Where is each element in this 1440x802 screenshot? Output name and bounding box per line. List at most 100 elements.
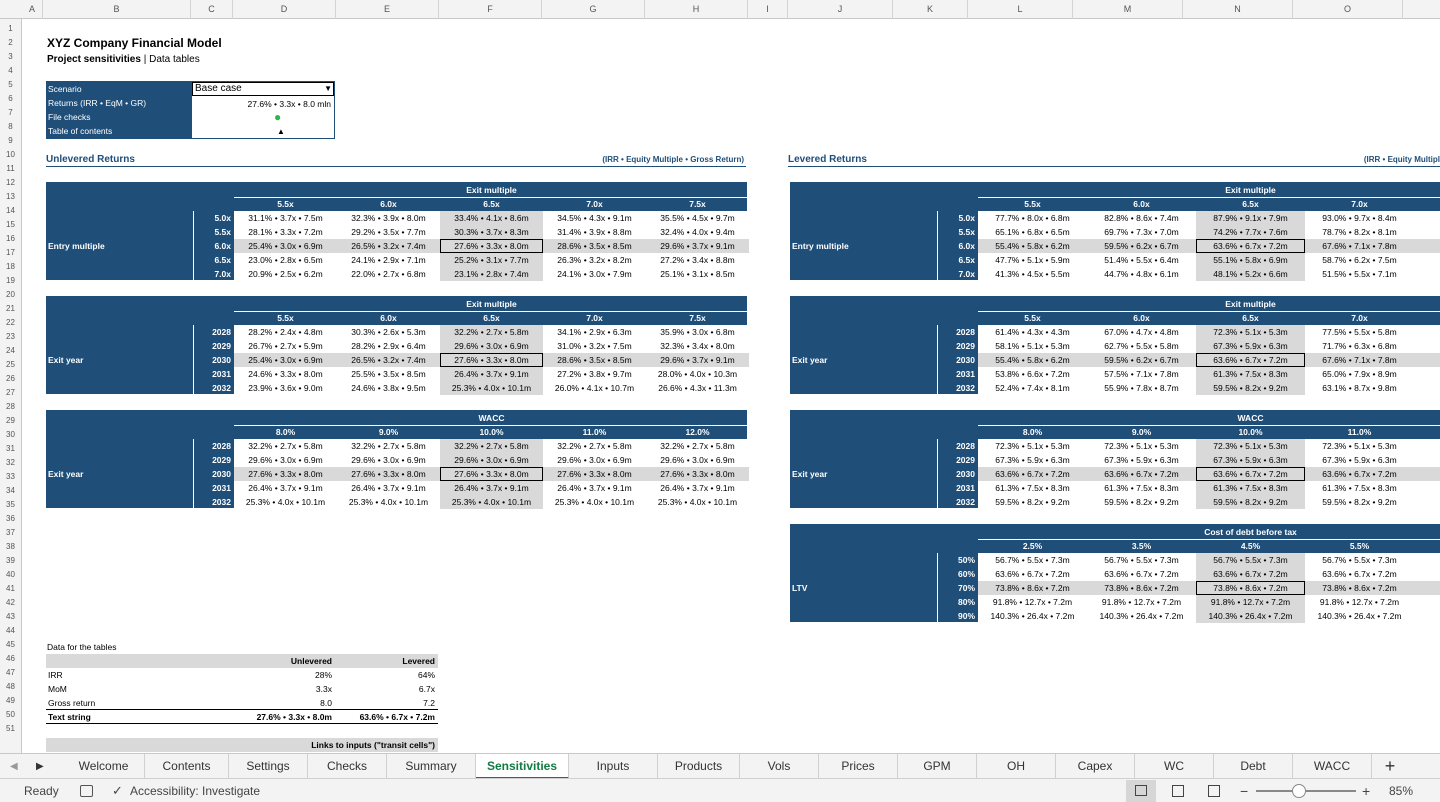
- tab-inputs[interactable]: Inputs: [569, 754, 658, 779]
- row-header-17[interactable]: 17: [0, 246, 21, 260]
- row-header-51[interactable]: 51: [0, 722, 21, 736]
- sensitivity-cell[interactable]: 61.3% • 7.5x • 8.3m: [1196, 481, 1305, 495]
- sensitivity-cell[interactable]: 48.1% • 5.2x • 6.6m: [1196, 267, 1305, 281]
- row-header-5[interactable]: 5: [0, 78, 21, 92]
- sensitivity-cell[interactable]: 29.6% • 3.0x • 6.9m: [440, 339, 543, 353]
- sensitivity-cell[interactable]: 67.3% • 5.9x • 6.3m: [1196, 453, 1305, 467]
- row-header-14[interactable]: 14: [0, 204, 21, 218]
- sensitivity-cell[interactable]: 91.8% • 12.7x • 7.2m: [1087, 595, 1196, 609]
- row-header-31[interactable]: 31: [0, 442, 21, 456]
- sensitivity-cell[interactable]: 28.2% • 2.4x • 4.8m: [234, 325, 337, 339]
- sensitivity-cell[interactable]: 59.5% • 6.2x • 6.7m: [1087, 353, 1196, 367]
- sensitivity-cell[interactable]: 26.6% • 4.3x • 11.3m: [646, 381, 749, 395]
- tab-scroll-prev-icon[interactable]: ◀: [10, 754, 18, 779]
- sensitivity-cell[interactable]: 25.3% • 4.0x • 10.1m: [440, 381, 543, 395]
- sensitivity-cell[interactable]: 56.7% • 5.5x • 7.3m: [1305, 553, 1414, 567]
- sensitivity-cell[interactable]: 72.3%: [1414, 439, 1440, 453]
- scenario-select[interactable]: Base case ▼: [192, 82, 334, 96]
- tab-wacc[interactable]: WACC: [1293, 754, 1372, 779]
- column-header-o[interactable]: O: [1293, 0, 1403, 19]
- sensitivity-cell[interactable]: 35.5% • 4.5x • 9.7m: [646, 211, 749, 225]
- column-header-c[interactable]: C: [191, 0, 233, 19]
- row-header-3[interactable]: 3: [0, 50, 21, 64]
- column-header-a[interactable]: A: [22, 0, 43, 19]
- sensitivity-cell[interactable]: 82.8% • 8.6x • 7.4m: [1087, 211, 1196, 225]
- row-header-8[interactable]: 8: [0, 120, 21, 134]
- sensitivity-cell[interactable]: 91.8% • 12.7x • 7.2m: [1305, 595, 1414, 609]
- row-header-26[interactable]: 26: [0, 372, 21, 386]
- row-header-20[interactable]: 20: [0, 288, 21, 302]
- sensitivity-cell[interactable]: 25.4% • 3.0x • 6.9m: [234, 239, 337, 253]
- row-header-22[interactable]: 22: [0, 316, 21, 330]
- row-header-47[interactable]: 47: [0, 666, 21, 680]
- row-header-39[interactable]: 39: [0, 554, 21, 568]
- sensitivity-cell[interactable]: 63.6% • 6.7x • 7.2m: [1305, 467, 1414, 481]
- sensitivity-cell[interactable]: 28.2% • 2.9x • 6.4m: [337, 339, 440, 353]
- sensitivity-cell[interactable]: 27.6% • 3.3x • 8.0m: [646, 467, 749, 481]
- sensitivity-cell[interactable]: 29.6% • 3.7x • 9.1m: [646, 353, 749, 367]
- sensitivity-cell[interactable]: 44.7% • 4.8x • 6.1m: [1087, 267, 1196, 281]
- row-header-11[interactable]: 11: [0, 162, 21, 176]
- sensitivity-cell[interactable]: 61.3% • 7.5x • 8.3m: [1305, 481, 1414, 495]
- row-header-34[interactable]: 34: [0, 484, 21, 498]
- sensitivity-cell[interactable]: 26.4% • 3.7x • 9.1m: [234, 481, 337, 495]
- sensitivity-cell[interactable]: 62.4%: [1414, 253, 1440, 267]
- sensitivity-cell[interactable]: 28.1% • 3.3x • 7.2m: [234, 225, 337, 239]
- sensitivity-cell[interactable]: 28.6% • 3.5x • 8.5m: [543, 239, 646, 253]
- sensitivity-cell[interactable]: 32.2% • 2.7x • 5.8m: [543, 439, 646, 453]
- sensitivity-cell[interactable]: 63.6% • 6.7x • 7.2m: [978, 467, 1087, 481]
- sensitivity-cell[interactable]: 30.3% • 3.7x • 8.3m: [440, 225, 543, 239]
- sensitivity-cell[interactable]: 32.2% • 2.7x • 5.8m: [440, 325, 543, 339]
- sensitivity-cell[interactable]: 55.1% • 5.8x • 6.9m: [1196, 253, 1305, 267]
- column-header-m[interactable]: M: [1073, 0, 1183, 19]
- sensitivity-cell[interactable]: 67.3% • 5.9x • 6.3m: [978, 453, 1087, 467]
- column-header-d[interactable]: D: [233, 0, 336, 19]
- row-header-50[interactable]: 50: [0, 708, 21, 722]
- page-break-view-icon[interactable]: [1208, 785, 1220, 797]
- sensitivity-cell[interactable]: 26.7% • 2.7x • 5.9m: [234, 339, 337, 353]
- sensitivity-cell[interactable]: 31.0% • 3.2x • 7.5m: [543, 339, 646, 353]
- zoom-slider-track[interactable]: [1256, 790, 1356, 792]
- data-row-value[interactable]: 3.3x: [192, 682, 332, 696]
- sensitivity-cell[interactable]: 29.6% • 3.0x • 6.9m: [234, 453, 337, 467]
- zoom-out-icon[interactable]: −: [1240, 779, 1248, 802]
- row-header-40[interactable]: 40: [0, 568, 21, 582]
- row-header-42[interactable]: 42: [0, 596, 21, 610]
- tab-debt[interactable]: Debt: [1214, 754, 1293, 779]
- sensitivity-cell[interactable]: 140.3% • 26.4x • 7.2m: [978, 609, 1087, 623]
- data-row-value[interactable]: 7.2: [332, 696, 435, 710]
- row-header-2[interactable]: 2: [0, 36, 21, 50]
- sensitivity-cell[interactable]: 63.6% • 6.7x • 7.2m: [1087, 567, 1196, 581]
- column-header-i[interactable]: I: [748, 0, 788, 19]
- sensitivity-cell[interactable]: 67.0% • 4.7x • 4.8m: [1087, 325, 1196, 339]
- row-header-6[interactable]: 6: [0, 92, 21, 106]
- sensitivity-cell[interactable]: 77.5% • 5.5x • 5.8m: [1305, 325, 1414, 339]
- sensitivity-cell[interactable]: 31.4% • 3.9x • 8.8m: [543, 225, 646, 239]
- sensitivity-cell[interactable]: 63.6% • 6.7x • 7.2m: [1196, 353, 1305, 367]
- sensitivity-cell[interactable]: 91.8%: [1414, 595, 1440, 609]
- sensitivity-cell[interactable]: 26.0% • 4.1x • 10.7m: [543, 381, 646, 395]
- sensitivity-cell[interactable]: 71.6%: [1414, 239, 1440, 253]
- sensitivity-cell[interactable]: 51.4% • 5.5x • 6.4m: [1087, 253, 1196, 267]
- sensitivity-cell[interactable]: 25.3% • 4.0x • 10.1m: [337, 495, 440, 509]
- row-header-16[interactable]: 16: [0, 232, 21, 246]
- sensitivity-cell[interactable]: 72.3% • 5.1x • 5.3m: [1087, 439, 1196, 453]
- sensitivity-cell[interactable]: 68.8%: [1414, 367, 1440, 381]
- sensitivity-cell[interactable]: 63.6% • 6.7x • 7.2m: [1305, 567, 1414, 581]
- sensitivity-cell[interactable]: 59.5% • 8.2x • 9.2m: [978, 495, 1087, 509]
- row-header-38[interactable]: 38: [0, 540, 21, 554]
- sensitivity-cell[interactable]: 26.4% • 3.7x • 9.1m: [440, 367, 543, 381]
- sensitivity-cell[interactable]: 24.6% • 3.3x • 8.0m: [234, 367, 337, 381]
- zoom-in-icon[interactable]: +: [1362, 779, 1370, 802]
- row-header-24[interactable]: 24: [0, 344, 21, 358]
- row-header-49[interactable]: 49: [0, 694, 21, 708]
- column-header-l[interactable]: L: [968, 0, 1073, 19]
- sensitivity-cell[interactable]: 67.3% • 5.9x • 6.3m: [1087, 453, 1196, 467]
- sensitivity-cell[interactable]: 32.2% • 2.7x • 5.8m: [234, 439, 337, 453]
- sensitivity-cell[interactable]: 55.4% • 5.8x • 6.2m: [978, 239, 1087, 253]
- sensitivity-cell[interactable]: 91.8% • 12.7x • 7.2m: [1196, 595, 1305, 609]
- column-header-e[interactable]: E: [336, 0, 439, 19]
- data-row-value[interactable]: 28%: [192, 668, 332, 682]
- sensitivity-cell[interactable]: 25.5% • 3.5x • 8.5m: [337, 367, 440, 381]
- sensitivity-cell[interactable]: 20.9% • 2.5x • 6.2m: [234, 267, 337, 281]
